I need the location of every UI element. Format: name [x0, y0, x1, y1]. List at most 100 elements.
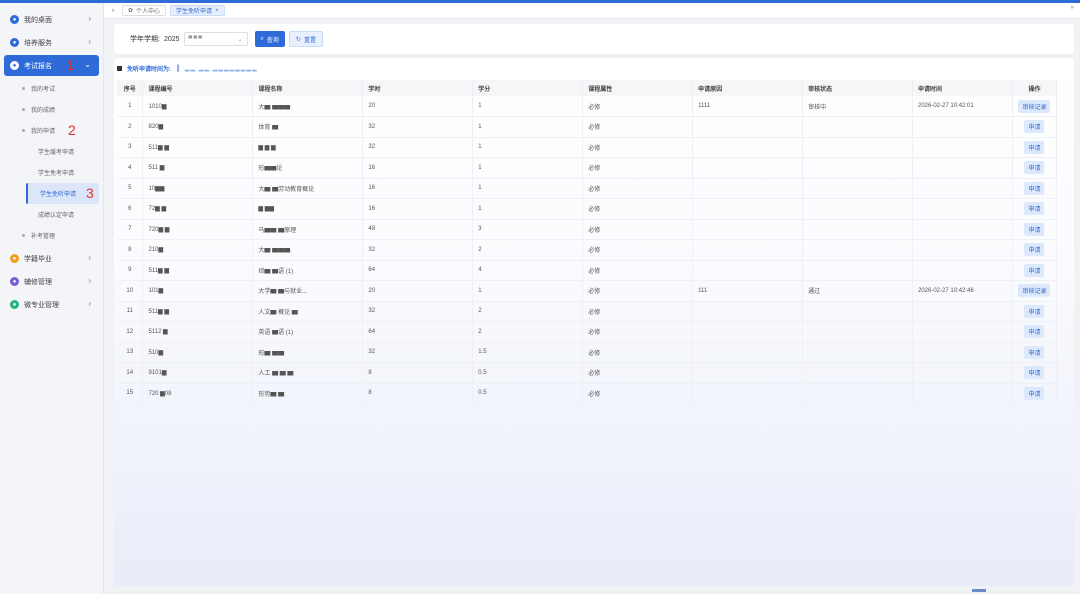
apply-reason — [692, 383, 804, 404]
review-record-button[interactable]: 审核记录 — [1018, 99, 1051, 113]
bullet-icon — [22, 234, 25, 237]
row-actions: 申请 — [1012, 260, 1058, 281]
apply-button[interactable]: 申请 — [1024, 222, 1045, 236]
apply-button[interactable]: 申请 — [1024, 345, 1045, 359]
apply-reason: 1111 — [692, 96, 804, 117]
row-no: 8 — [117, 239, 144, 261]
apply-button[interactable]: 申请 — [1024, 140, 1045, 154]
refresh-icon: ↻ — [295, 36, 301, 43]
row-actions: 申请 — [1012, 198, 1058, 220]
course-attr: 必修 — [582, 198, 694, 220]
apply-button[interactable]: 申请 — [1024, 263, 1045, 277]
course-code: 720 ▆08 — [142, 383, 254, 404]
search-icon: ⌕ — [260, 35, 264, 42]
header-credit: 学分 — [472, 80, 584, 96]
chevron-right-icon: › — [88, 14, 91, 23]
bullet-icon — [22, 129, 25, 132]
apply-button[interactable]: 申请 — [1024, 202, 1045, 216]
chevron-right-icon: › — [88, 253, 91, 262]
course-code: 720▆ ▆ — [142, 219, 254, 240]
review-status — [802, 219, 913, 240]
term-select[interactable]: ▀ ▀ ▀ ⌄ — [183, 32, 248, 46]
apply-button[interactable]: 申请 — [1024, 366, 1045, 380]
row-actions: 审核记录 — [1012, 96, 1058, 117]
course-credit: 2 — [472, 301, 584, 322]
apply-time — [912, 301, 1013, 322]
chevron-down-icon: ⌄ — [84, 60, 91, 69]
query-button[interactable]: ⌕ 查询 — [254, 31, 285, 47]
course-credit: 1 — [472, 96, 584, 117]
course-code: 511▆ ▆ — [142, 260, 254, 281]
review-status — [802, 383, 913, 404]
row-actions: 申请 — [1012, 342, 1058, 363]
apply-reason — [692, 260, 804, 281]
review-status — [802, 301, 913, 322]
table-row: 1 1010▆ 大▆ ▆▆▆ 20 1 必修 1111 审核中 2026-02-27 10:42… — [117, 96, 1058, 117]
sidebar-item-label: 学生缓考申请 — [38, 150, 75, 156]
table-row: 10 101▆ 大学▆ ▆与就业... 20 1 必修 111 通过 2026-02-27 10… — [117, 280, 1058, 302]
course-attr: 必修 — [582, 239, 694, 261]
course-attr: 必修 — [582, 219, 694, 240]
course-hours: 20 — [362, 280, 474, 302]
course-name: ▆ ▆▆ — [252, 198, 364, 220]
apply-button[interactable]: 申请 — [1024, 243, 1045, 257]
row-actions: 审核记录 — [1012, 280, 1058, 302]
sidebar-item-my-exams[interactable]: 我的考试 — [0, 78, 103, 99]
course-hours: 64 — [362, 321, 474, 343]
sidebar-item-exam-exemption[interactable]: 学生免考申请 — [0, 162, 103, 183]
chevron-down-icon: ⌄ — [237, 37, 243, 43]
sidebar-item-attendance-exemption[interactable]: 学生免听申请 3 — [26, 183, 99, 204]
sidebar-item-desktop[interactable]: ● 我的桌面 › — [4, 9, 99, 30]
apply-reason — [692, 342, 804, 363]
sidebar-item-minor[interactable]: ● 辅修管理 › — [4, 271, 99, 292]
tab-current[interactable]: 学生免听申请 × — [170, 5, 225, 16]
sidebar-item-grade-recognition[interactable]: 成绩认定申请 — [0, 204, 103, 225]
apply-button[interactable]: 申请 — [1024, 325, 1045, 339]
graduation-icon: ● — [10, 254, 19, 263]
sidebar-item-deferred-exam[interactable]: 学生缓考申请 — [0, 141, 103, 162]
row-no: 7 — [117, 219, 144, 240]
row-no: 14 — [117, 362, 144, 384]
sidebar-item-my-applications[interactable]: 我的申请 2 — [0, 120, 103, 141]
table-row: 11 511▆ ▆ 人文▆ 概论 ▆ 32 2 必修 申请 — [117, 301, 1058, 322]
course-code: 72▆ ▆ — [142, 198, 254, 220]
course-credit: 1 — [472, 198, 584, 220]
sidebar-item-exam[interactable]: ● 考试报名 1 ⌄ — [4, 55, 99, 76]
apply-button[interactable]: 申请 — [1024, 386, 1045, 400]
apply-button[interactable]: 申请 — [1024, 181, 1045, 195]
desktop-icon: ● — [10, 15, 19, 24]
apply-button[interactable]: 申请 — [1024, 304, 1045, 318]
reset-button[interactable]: ↻ 重置 — [288, 31, 323, 47]
course-attr: 必修 — [582, 96, 694, 117]
course-credit: 1 — [472, 137, 584, 158]
scroll-indicator — [972, 589, 986, 592]
row-actions: 申请 — [1012, 321, 1058, 343]
scroll-right-icon[interactable]: » — [1071, 5, 1074, 11]
review-status — [802, 137, 913, 158]
row-no: 12 — [117, 321, 144, 343]
review-status — [802, 321, 913, 343]
apply-button[interactable]: 申请 — [1024, 120, 1045, 134]
apply-reason — [692, 219, 804, 240]
tab-home[interactable]: ✿ 个人中心 — [122, 5, 167, 16]
sidebar-item-micro-major[interactable]: ● 微专业管理 › — [4, 294, 99, 315]
sidebar-item-my-grades[interactable]: 我的成绩 — [0, 99, 103, 120]
apply-reason: 111 — [692, 280, 804, 302]
sidebar-item-makeup-exam[interactable]: 补考管理 — [0, 225, 103, 246]
close-icon[interactable]: × — [215, 8, 219, 14]
scroll-left-icon[interactable]: « — [108, 8, 118, 14]
apply-time — [912, 342, 1013, 363]
button-label: 重置 — [303, 37, 316, 44]
header-time: 申请时间 — [912, 80, 1013, 96]
apply-button[interactable]: 申请 — [1024, 161, 1045, 175]
course-name: 大▆ ▆▆▆ — [252, 239, 364, 261]
review-record-button[interactable]: 审核记录 — [1018, 284, 1051, 298]
table-row: 2 820▆ 体育 ▆ 32 1 必修 申请 — [117, 116, 1058, 138]
sidebar-item-graduation[interactable]: ● 学籍毕业 › — [4, 248, 99, 269]
course-table: 序号 课程编号 课程名称 学时 学分 课程属性 申请原因 审核状态 申请时间 操… — [117, 80, 1058, 404]
course-attr: 必修 — [582, 260, 694, 281]
main-content: 学年学期: 2025 ▀ ▀ ▀ ⌄ ⌕ 查询 ↻ 重置 免听申请时间为: ▌ … — [114, 24, 1074, 591]
sidebar-item-training[interactable]: ● 培养服务 › — [4, 32, 99, 53]
table-row: 15 720 ▆08 形势▆ ▆ 8 0.5 必修 申请 — [117, 383, 1058, 404]
row-actions: 申请 — [1012, 362, 1058, 384]
